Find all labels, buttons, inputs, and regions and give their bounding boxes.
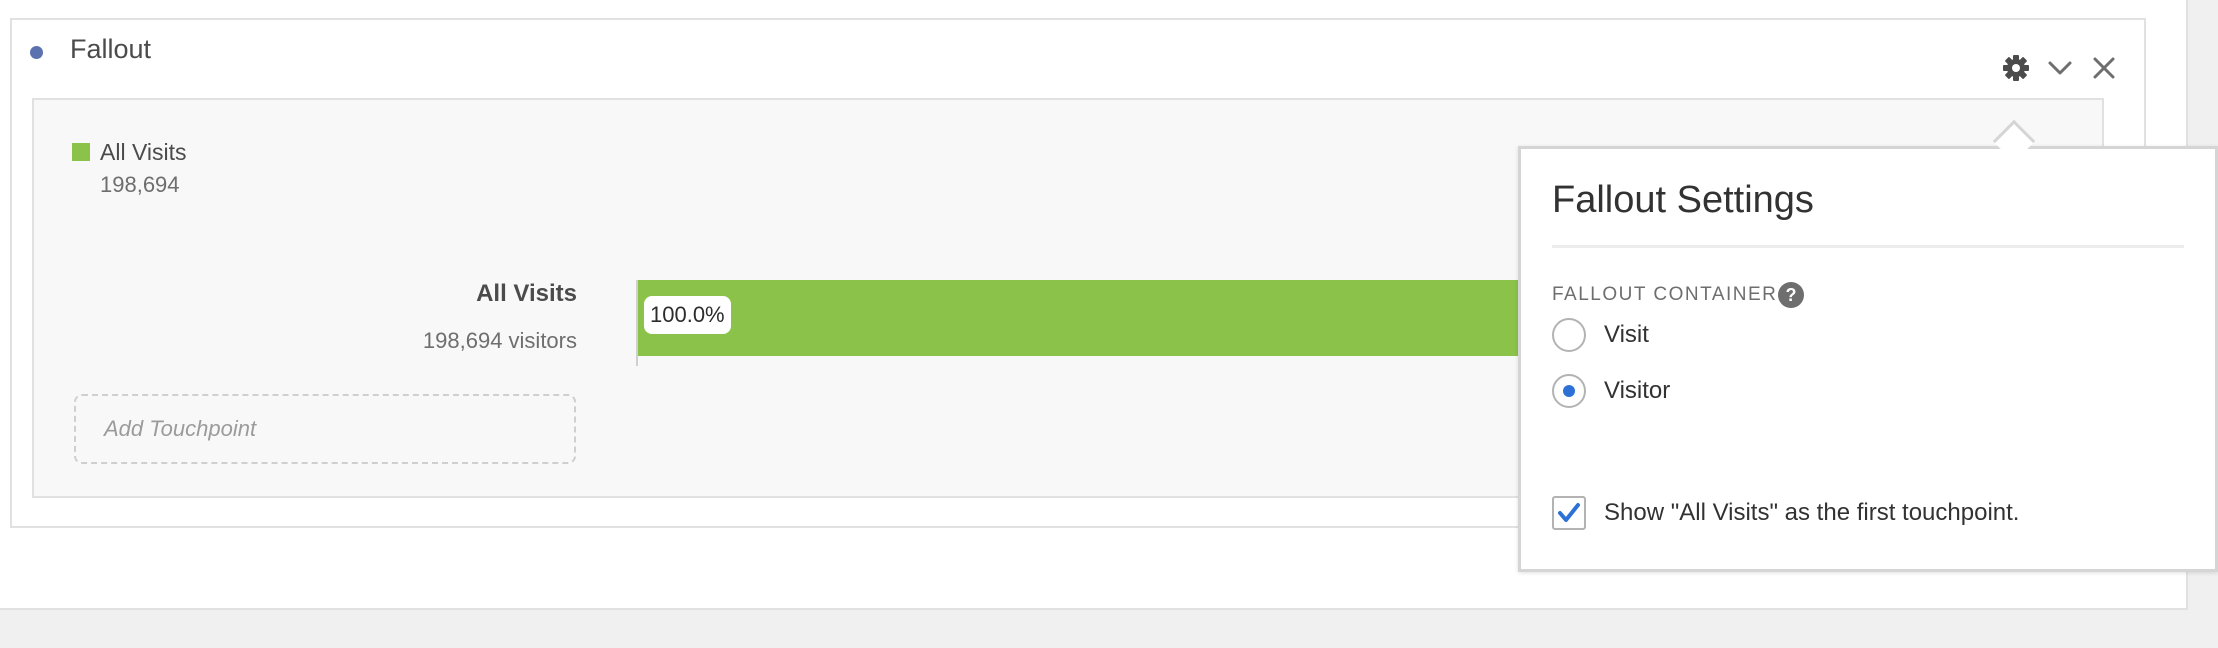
legend-label: All Visits: [100, 139, 187, 165]
touchpoint-visitors: 198,694 visitors: [422, 328, 577, 353]
panel-title: Fallout: [70, 34, 152, 64]
checkmark-icon: [1558, 503, 1580, 522]
close-icon[interactable]: [2088, 52, 2120, 84]
gear-icon[interactable]: [2000, 52, 2032, 84]
chevron-down-icon[interactable]: [2044, 52, 2076, 84]
legend-value: 198,694: [100, 172, 180, 197]
fallout-container-label: FALLOUT CONTAINER: [1552, 284, 1778, 305]
radio-visitor-label[interactable]: Visitor: [1604, 376, 1670, 406]
show-all-visits-checkbox[interactable]: [1552, 496, 1586, 530]
popover-title: Fallout Settings: [1552, 179, 1814, 221]
radio-visitor[interactable]: [1552, 374, 1586, 408]
show-all-visits-label[interactable]: Show "All Visits" as the first touchpoin…: [1604, 498, 2019, 528]
popover-divider: [1552, 245, 2184, 248]
add-touchpoint-dropzone[interactable]: Add Touchpoint: [74, 394, 576, 464]
radio-selected-dot: [1563, 385, 1575, 397]
touchpoint-percent: 100.0%: [644, 296, 731, 334]
touchpoint-label[interactable]: All Visits: [476, 280, 577, 308]
panel-status-dot: [30, 46, 43, 59]
radio-visit[interactable]: [1552, 318, 1586, 352]
radio-visit-label[interactable]: Visit: [1604, 320, 1649, 350]
help-icon[interactable]: ?: [1778, 282, 1804, 308]
legend-swatch: [72, 143, 90, 161]
